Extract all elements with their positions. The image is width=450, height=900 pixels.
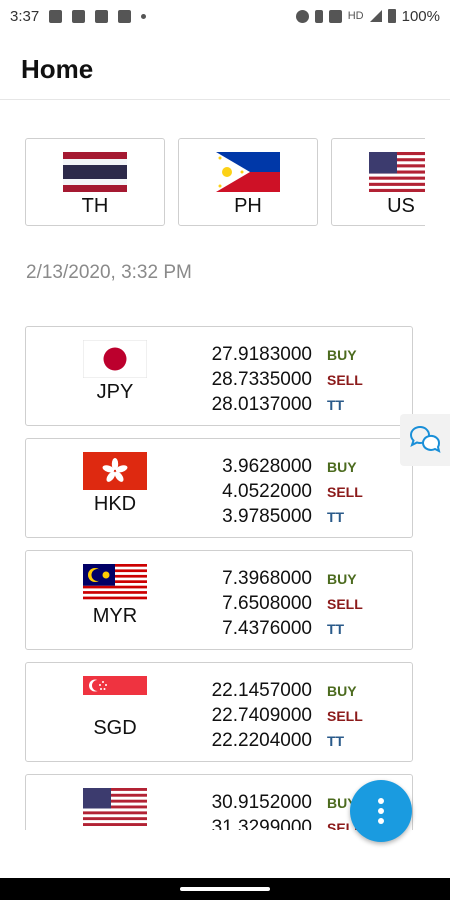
buy-rate: 7.3968000 <box>222 568 312 589</box>
last-updated-timestamp: 2/13/2020, 3:32 PM <box>26 262 192 283</box>
sell-label: SELL <box>327 708 363 724</box>
buy-label: BUY <box>327 459 357 475</box>
buy-label: BUY <box>327 683 357 699</box>
tt-label: TT <box>327 621 345 637</box>
more-vertical-icon <box>378 798 384 804</box>
country-tab-label: US <box>387 195 415 217</box>
sell-label: SELL <box>327 596 363 612</box>
rate-type-labels: BUY SELL TT <box>327 679 363 754</box>
rate-values: 30.9152000 31.3299000 <box>186 790 312 830</box>
exchange-rate-list[interactable]: JPY 27.9183000 28.7335000 28.0137000 BUY… <box>25 326 413 830</box>
wifi-icon <box>328 9 342 23</box>
app-bar: Home <box>0 40 450 100</box>
page-title: Home <box>21 54 94 84</box>
singapore-flag-icon <box>83 676 147 714</box>
malaysia-flag-icon <box>83 564 147 602</box>
sell-rate: 7.6508000 <box>222 593 312 614</box>
buy-rate: 3.9628000 <box>222 456 312 477</box>
more-notifications-icon <box>141 13 147 19</box>
chat-bubbles-icon <box>409 425 441 453</box>
usa-flag-icon <box>83 788 147 826</box>
shield-notification-icon <box>118 9 132 23</box>
sell-label: SELL <box>327 372 363 388</box>
buy-rate: 27.9183000 <box>211 344 312 365</box>
currency-code: MYR <box>92 605 138 627</box>
app-notification-icon <box>72 9 86 23</box>
signal-icon <box>369 10 382 22</box>
status-bar: 3:37 HD 100% <box>0 0 450 32</box>
buy-rate: 30.9152000 <box>211 792 312 813</box>
thailand-flag-icon <box>63 152 127 192</box>
rate-card-sgd[interactable]: SGD 22.1457000 22.7409000 22.2204000 BUY… <box>25 662 413 762</box>
tt-rate: 22.2204000 <box>211 730 312 751</box>
country-tab-th[interactable]: TH <box>25 138 165 226</box>
rate-type-labels: BUY SELL TT <box>327 567 363 642</box>
sell-rate: 31.3299000 <box>211 817 312 830</box>
currency-code: HKD <box>93 493 137 515</box>
hong-kong-flag-icon <box>83 452 147 490</box>
system-navigation-bar <box>0 878 450 900</box>
sell-label: SELL <box>327 484 363 500</box>
rate-values: 27.9183000 28.7335000 28.0137000 <box>186 342 312 417</box>
country-tab-us[interactable]: US <box>331 138 425 226</box>
network-type-label: HD <box>347 10 364 22</box>
tt-label: TT <box>327 397 345 413</box>
tt-rate: 3.9785000 <box>222 506 312 527</box>
currency-code: SGD <box>93 717 137 739</box>
country-tab-label: TH <box>81 195 109 217</box>
country-tab-ph[interactable]: PH <box>178 138 318 226</box>
bluetooth-icon <box>314 9 323 23</box>
rate-type-labels: BUY SELL TT <box>327 343 363 418</box>
rate-card-myr[interactable]: MYR 7.3968000 7.6508000 7.4376000 BUY SE… <box>25 550 413 650</box>
rate-card-hkd[interactable]: HKD 3.9628000 4.0522000 3.9785000 BUY SE… <box>25 438 413 538</box>
philippines-flag-icon <box>216 152 280 192</box>
sell-rate: 4.0522000 <box>222 481 312 502</box>
message-notification-icon <box>49 9 63 23</box>
battery-percent: 100% <box>401 7 440 25</box>
tt-rate: 28.0137000 <box>211 394 312 415</box>
sell-rate: 22.7409000 <box>211 705 312 726</box>
country-selector[interactable]: TH PH US <box>25 138 425 226</box>
buy-rate: 22.1457000 <box>211 680 312 701</box>
rate-type-labels: BUY SELL TT <box>327 455 363 530</box>
rate-values: 7.3968000 7.6508000 7.4376000 <box>186 566 312 641</box>
sell-rate: 28.7335000 <box>211 369 312 390</box>
currency-code: JPY <box>96 381 134 403</box>
rate-values: 22.1457000 22.7409000 22.2204000 <box>186 678 312 753</box>
more-options-fab[interactable] <box>350 780 412 842</box>
shirt-notification-icon <box>95 9 109 23</box>
alarm-icon <box>295 9 309 23</box>
chat-button[interactable] <box>400 414 450 466</box>
home-gesture-handle[interactable] <box>180 887 270 891</box>
usa-flag-icon <box>369 152 425 192</box>
tt-rate: 7.4376000 <box>222 618 312 639</box>
rate-card-jpy[interactable]: JPY 27.9183000 28.7335000 28.0137000 BUY… <box>25 326 413 426</box>
buy-label: BUY <box>327 571 357 587</box>
rate-values: 3.9628000 4.0522000 3.9785000 <box>186 454 312 529</box>
country-tab-label: PH <box>234 195 262 217</box>
japan-flag-icon <box>83 340 147 378</box>
tt-label: TT <box>327 509 345 525</box>
buy-label: BUY <box>327 347 357 363</box>
tt-label: TT <box>327 733 345 749</box>
status-time: 3:37 <box>10 7 40 25</box>
battery-icon <box>387 9 396 23</box>
